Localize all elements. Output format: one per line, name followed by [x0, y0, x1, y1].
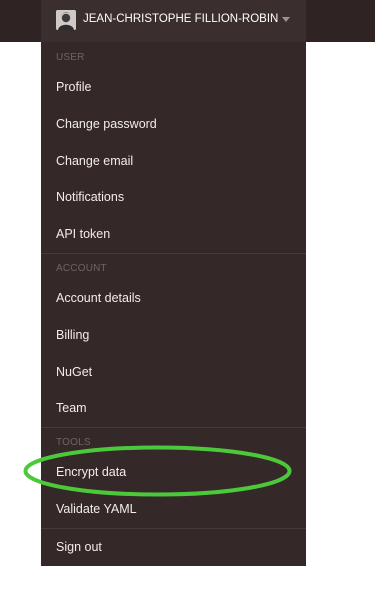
section-label-account: ACCOUNT [56, 263, 107, 274]
menu-item-billing[interactable]: Billing [56, 328, 89, 342]
menu-divider [41, 528, 306, 529]
section-label-user: USER [56, 52, 85, 63]
menu-item-validate-yaml[interactable]: Validate YAML [56, 502, 137, 516]
menu-item-change-password[interactable]: Change password [56, 117, 157, 131]
user-name: JEAN-CHRISTOPHE FILLION-ROBIN [83, 13, 279, 25]
menu-item-team[interactable]: Team [56, 401, 87, 415]
user-dropdown-menu: USER Profile Change password Change emai… [41, 42, 306, 566]
menu-item-notifications[interactable]: Notifications [56, 190, 124, 204]
menu-item-change-email[interactable]: Change email [56, 154, 133, 168]
menu-item-sign-out[interactable]: Sign out [56, 540, 102, 554]
menu-item-encrypt-data[interactable]: Encrypt data [56, 465, 126, 479]
menu-item-account-details[interactable]: Account details [56, 291, 141, 305]
menu-divider [41, 253, 306, 254]
section-label-tools: TOOLS [56, 437, 91, 448]
chevron-down-icon [282, 17, 290, 22]
menu-item-api-token[interactable]: API token [56, 227, 110, 241]
user-menu-toggle[interactable]: JEAN-CHRISTOPHE FILLION-ROBIN [41, 0, 306, 42]
menu-item-nuget[interactable]: NuGet [56, 365, 92, 379]
menu-divider [41, 427, 306, 428]
user-avatar [56, 10, 76, 30]
menu-item-profile[interactable]: Profile [56, 80, 91, 94]
